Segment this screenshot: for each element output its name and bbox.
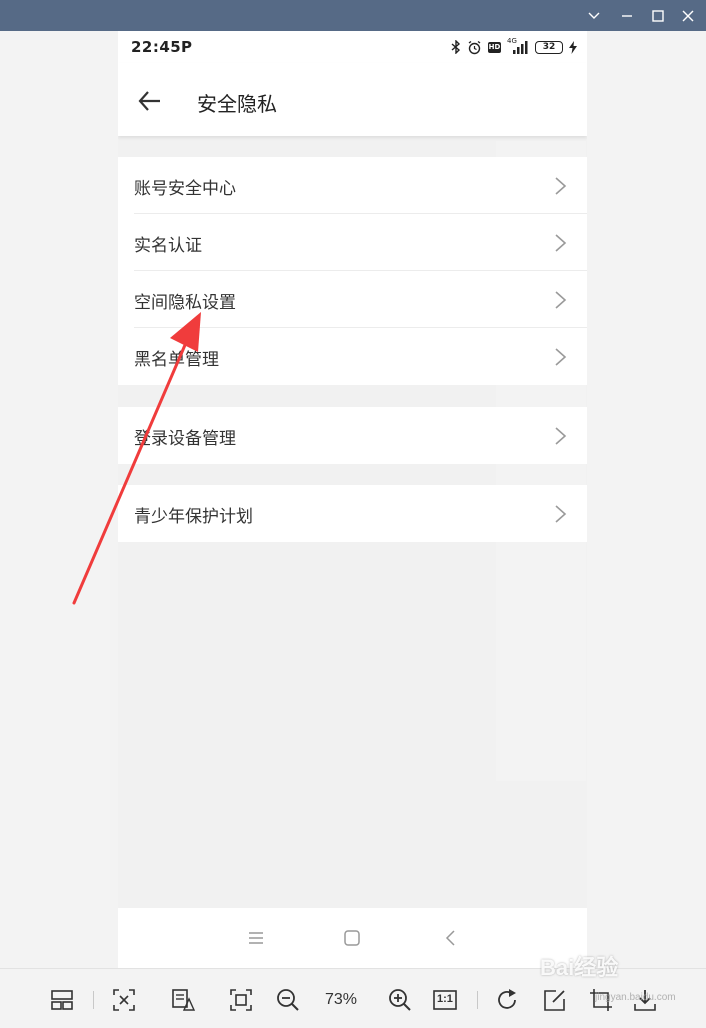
chevron-right-icon bbox=[555, 234, 567, 252]
screenshot-capture-icon[interactable] bbox=[111, 987, 137, 1013]
toolbar-separator bbox=[93, 991, 94, 1009]
app-bar: 安全隐私 bbox=[118, 63, 587, 136]
list-item-label: 青少年保护计划 bbox=[134, 507, 253, 527]
fit-to-window-icon[interactable] bbox=[228, 987, 254, 1013]
charging-icon bbox=[569, 40, 577, 54]
bluetooth-icon bbox=[451, 40, 461, 54]
list-item-youth-protection-plan[interactable]: 青少年保护计划 bbox=[118, 485, 587, 542]
back-icon[interactable] bbox=[439, 928, 463, 948]
chevron-right-icon bbox=[555, 348, 567, 366]
close-button[interactable] bbox=[673, 0, 704, 31]
page-title: 安全隐私 bbox=[197, 92, 277, 116]
list-item-label: 黑名单管理 bbox=[134, 350, 219, 370]
alarm-icon bbox=[468, 40, 481, 54]
list-item-blacklist-management[interactable]: 黑名单管理 bbox=[118, 328, 587, 385]
phone-screen: 22:45 P HD 4G 32 安全隐私 账号安全中心 实名认证 空间隐私设置… bbox=[118, 31, 587, 968]
status-bar: 22:45 P HD 4G 32 bbox=[118, 31, 587, 63]
actual-size-label: 1:1 bbox=[437, 993, 453, 1005]
battery-indicator: 32 bbox=[535, 40, 563, 54]
baidu-jingyan-watermark: Bai经验 bbox=[540, 955, 619, 980]
signal-icon: 4G bbox=[507, 37, 529, 54]
window-titlebar bbox=[0, 0, 706, 31]
rotate-icon[interactable] bbox=[494, 987, 520, 1013]
edit-icon[interactable] bbox=[542, 987, 568, 1013]
status-time: 22:45 bbox=[131, 38, 182, 56]
thumbnail-layout-icon[interactable] bbox=[49, 987, 75, 1013]
chevron-right-icon bbox=[555, 177, 567, 195]
list-item-label: 登录设备管理 bbox=[134, 429, 236, 449]
toolbar-separator bbox=[477, 991, 478, 1009]
home-icon[interactable] bbox=[340, 928, 364, 948]
zoom-level: 73% bbox=[325, 991, 358, 1008]
settings-group-youth: 青少年保护计划 bbox=[118, 485, 587, 542]
chevron-down-icon[interactable] bbox=[579, 0, 610, 31]
list-item-real-name-auth[interactable]: 实名认证 bbox=[118, 214, 587, 271]
status-icons: HD 4G 32 bbox=[451, 37, 577, 56]
chevron-right-icon bbox=[555, 427, 567, 445]
settings-group-security: 账号安全中心 实名认证 空间隐私设置 黑名单管理 bbox=[118, 157, 587, 385]
chevron-right-icon bbox=[555, 505, 567, 523]
zoom-out-icon[interactable] bbox=[275, 987, 301, 1013]
maximize-button[interactable] bbox=[643, 0, 674, 31]
list-item-label: 实名认证 bbox=[134, 236, 202, 256]
minimize-button[interactable] bbox=[612, 0, 643, 31]
system-navigation-bar bbox=[118, 908, 587, 968]
hd-icon: HD bbox=[488, 41, 501, 53]
list-item-label: 账号安全中心 bbox=[134, 179, 236, 199]
zoom-in-icon[interactable] bbox=[387, 987, 413, 1013]
list-item-account-security-center[interactable]: 账号安全中心 bbox=[118, 157, 587, 214]
list-item-space-privacy-settings[interactable]: 空间隐私设置 bbox=[118, 271, 587, 328]
parking-icon: P bbox=[181, 38, 192, 56]
back-arrow-icon[interactable] bbox=[136, 87, 164, 115]
chevron-right-icon bbox=[555, 291, 567, 309]
list-item-label: 空间隐私设置 bbox=[134, 293, 236, 313]
list-item-login-device-management[interactable]: 登录设备管理 bbox=[118, 407, 587, 464]
menu-icon[interactable] bbox=[244, 928, 268, 948]
watermark-url: jingyan.baidu.com bbox=[595, 992, 676, 1003]
text-recognition-icon[interactable] bbox=[170, 987, 196, 1013]
settings-group-devices: 登录设备管理 bbox=[118, 407, 587, 464]
actual-size-button[interactable]: 1:1 bbox=[432, 987, 458, 1013]
